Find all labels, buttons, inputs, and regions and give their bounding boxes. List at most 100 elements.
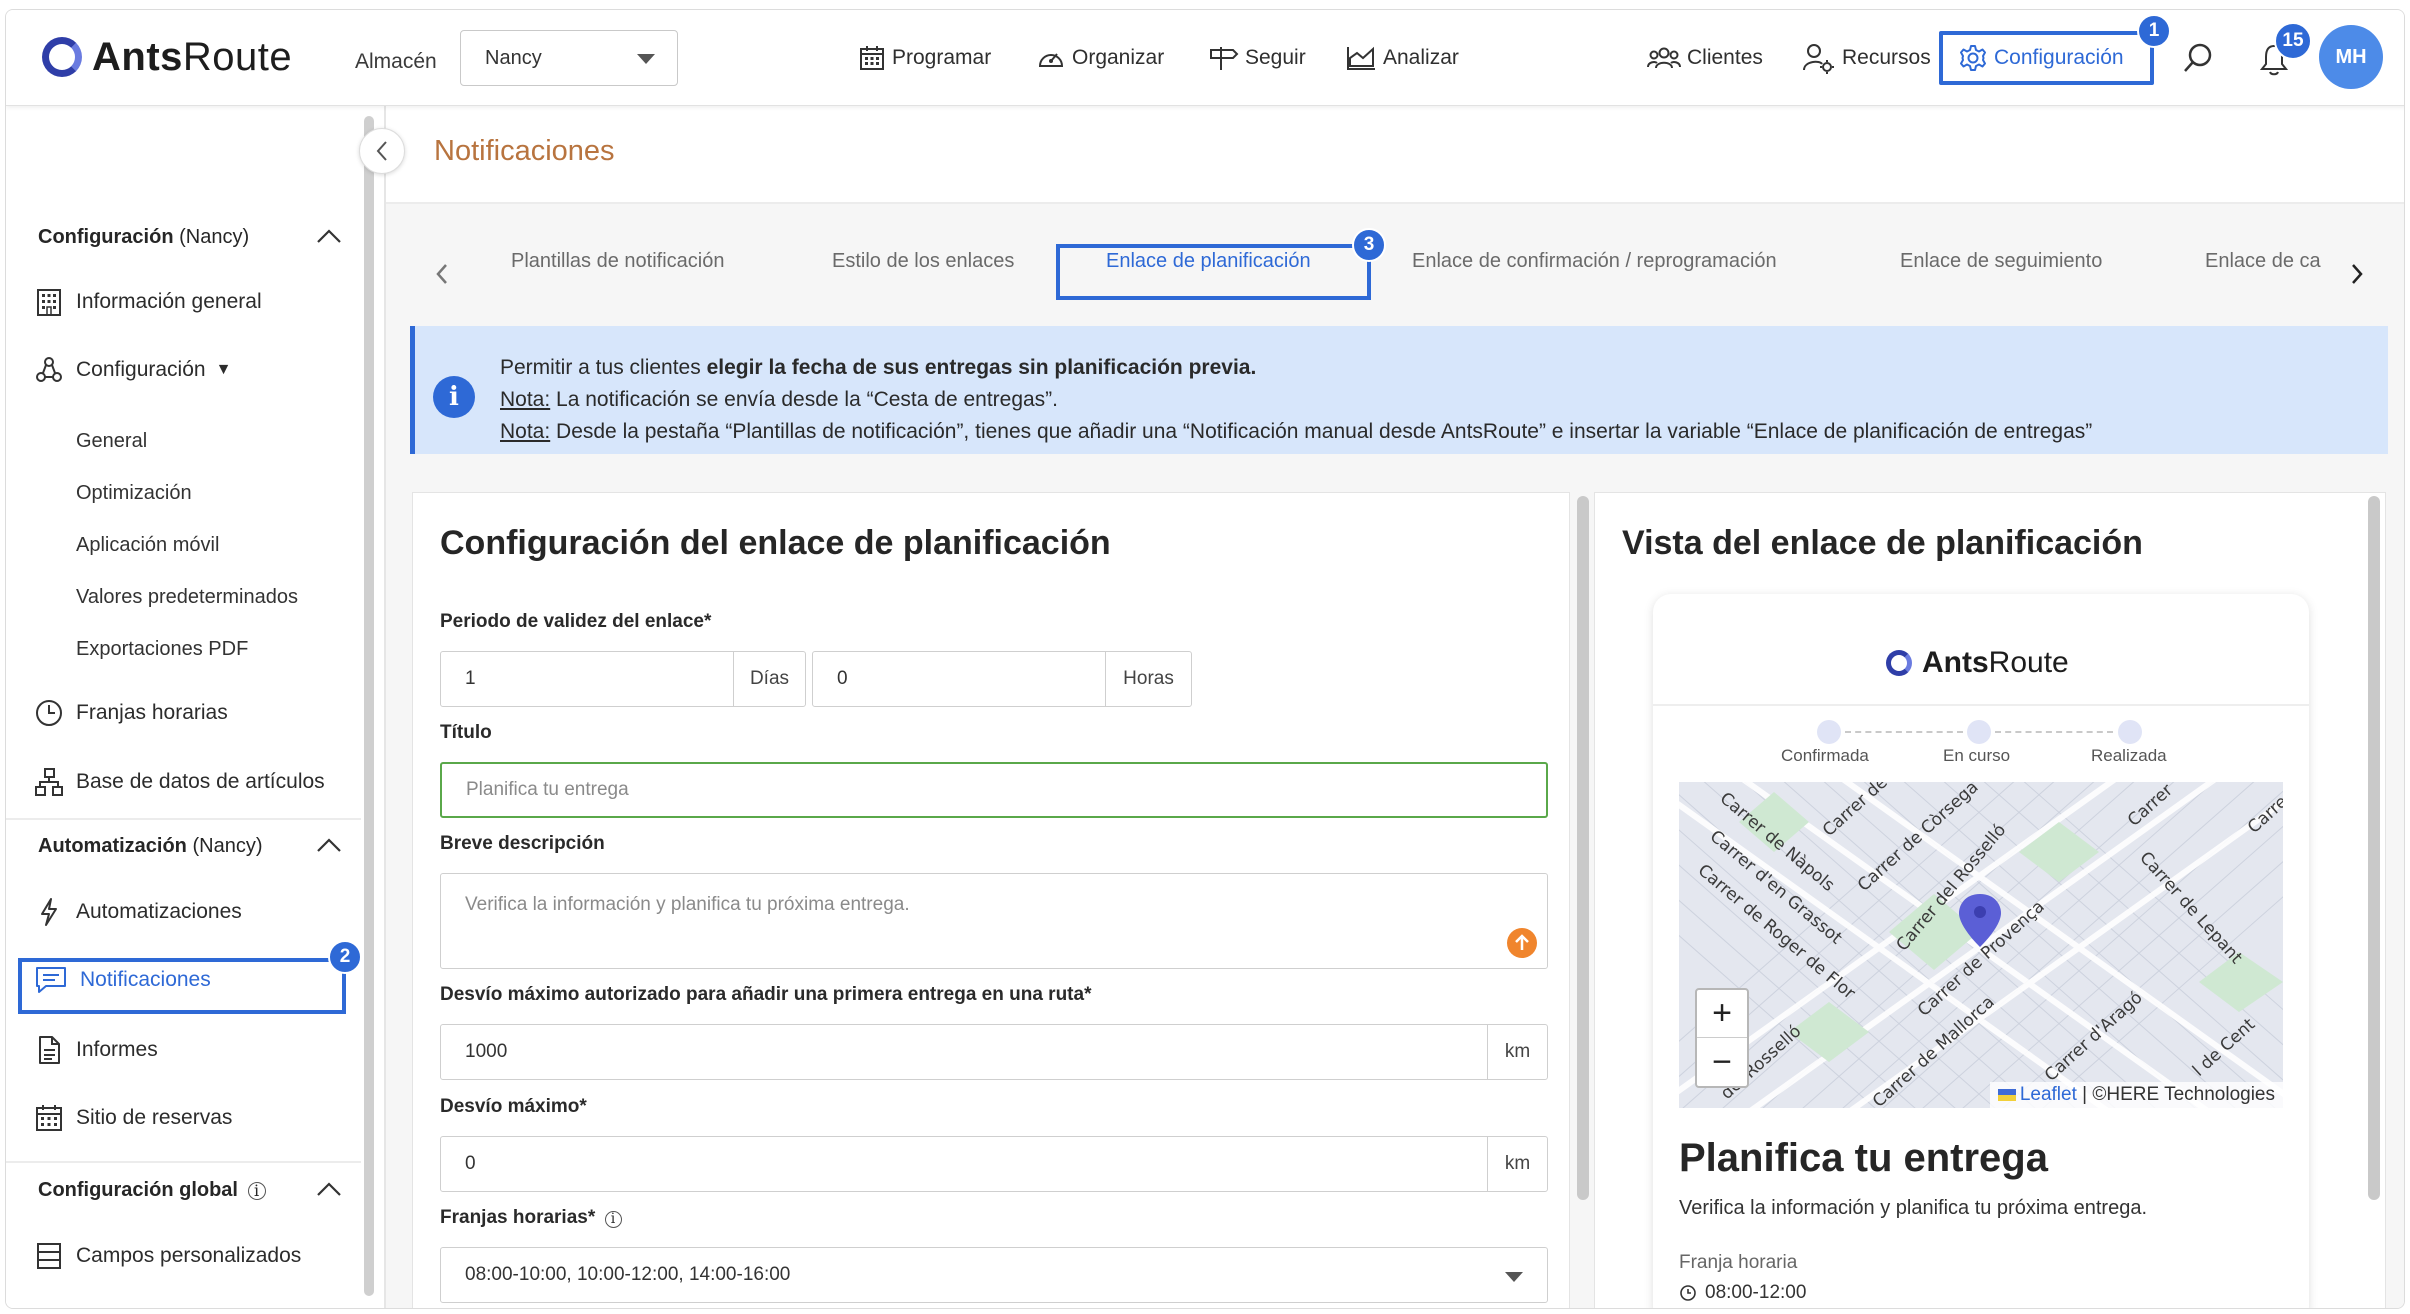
- nav-organize[interactable]: Organizar: [1036, 40, 1164, 76]
- description-label: Breve descripción: [440, 833, 605, 854]
- preview-slot-label: Franja horaria: [1679, 1252, 1798, 1273]
- info-icon: i: [433, 376, 475, 418]
- sidebar-subitem-general[interactable]: General: [76, 430, 147, 453]
- tab-tracking-link[interactable]: Enlace de seguimiento: [1900, 250, 2102, 273]
- map-view[interactable]: Carrer de Nàpols Carrer de Còrsega Carre…: [1679, 782, 2283, 1108]
- sidebar-item-items-db[interactable]: Base de datos de artículos: [34, 764, 325, 800]
- callout-badge-2: 2: [328, 940, 362, 974]
- step-label-done: Realizada: [2091, 746, 2167, 765]
- calendar-icon: [860, 46, 884, 70]
- page-title: Notificaciones: [434, 135, 615, 167]
- lightning-icon: [41, 898, 57, 926]
- callout-badge-1: 1: [2137, 14, 2171, 48]
- signpost-icon: [1210, 47, 1239, 70]
- preview-heading: Vista del enlace de planificación: [1622, 524, 2143, 562]
- tab-confirmation-link[interactable]: Enlace de confirmación / reprogramación: [1412, 250, 1777, 273]
- sidebar-section-configuration[interactable]: Configuración (Nancy): [38, 226, 341, 249]
- form-scrollbar[interactable]: [1577, 496, 1589, 1200]
- top-bar: AntsRoute Almacén Nancy Programar Organi…: [6, 10, 2404, 106]
- chevron-up-icon: [317, 1182, 341, 1196]
- sidebar-section-global[interactable]: Configuración global i: [38, 1179, 341, 1202]
- map-zoom-control: + −: [1695, 988, 1749, 1088]
- calendar-icon: [36, 1105, 62, 1131]
- users-icon: [1647, 47, 1681, 69]
- nodes-icon: [36, 357, 62, 382]
- preview-card: AntsRoute Confirmada En curso Realizada: [1653, 594, 2309, 1308]
- sidebar-item-time-slots[interactable]: Franjas horarias: [34, 695, 228, 731]
- preview-title: Planifica tu entrega: [1679, 1136, 2048, 1180]
- nav-schedule[interactable]: Programar: [858, 40, 991, 76]
- title-input[interactable]: Planifica tu entrega: [440, 762, 1548, 818]
- step-dot: [1967, 720, 1991, 744]
- chevron-left-icon: [376, 141, 387, 161]
- zoom-in-button[interactable]: +: [1697, 990, 1747, 1038]
- warehouse-select[interactable]: Nancy: [460, 30, 678, 86]
- step-label-in-progress: En curso: [1943, 746, 2011, 765]
- nav-resources[interactable]: Recursos: [1802, 40, 1931, 76]
- max-detour-input[interactable]: 0 km: [440, 1136, 1548, 1192]
- caret-down-icon: [637, 54, 655, 64]
- warehouse-label: Almacén: [355, 50, 437, 73]
- tab-link-style[interactable]: Estilo de los enlaces: [832, 250, 1014, 273]
- validity-hours-input[interactable]: 0 Horas: [812, 651, 1192, 707]
- tab-truncated[interactable]: Enlace de ca: [2205, 250, 2321, 273]
- sidebar-item-custom-fields[interactable]: Campos personalizados: [34, 1238, 301, 1274]
- preview-slot: 08:00-12:00: [1679, 1282, 1806, 1304]
- time-slots-select[interactable]: 08:00-10:00, 10:00-12:00, 14:00-16:00: [440, 1247, 1548, 1303]
- nav-clients[interactable]: Clientes: [1647, 40, 1763, 76]
- description-textarea[interactable]: Verifica la información y planifica tu p…: [440, 873, 1548, 969]
- sidebar: Configuración (Nancy) Información genera…: [6, 106, 361, 1308]
- sidebar-divider: [6, 818, 361, 820]
- max-first-detour-label: Desvío máximo autorizado para añadir una…: [440, 984, 1092, 1005]
- callout-badge-3: 3: [1352, 228, 1386, 262]
- sidebar-subitem-pdf-exports[interactable]: Exportaciones PDF: [76, 638, 248, 661]
- tab-notification-templates[interactable]: Plantillas de notificación: [511, 250, 724, 273]
- document-icon: [39, 1036, 60, 1064]
- map-attribution: Leaflet | ©HERE Technologies: [1989, 1082, 2283, 1108]
- sidebar-scrollbar[interactable]: [364, 116, 374, 1296]
- sidebar-item-configuration[interactable]: Configuración ▼: [34, 352, 231, 388]
- info-circle-icon: i: [604, 1211, 622, 1228]
- chart-area-icon: [1347, 46, 1375, 70]
- antsroute-logo[interactable]: AntsRoute: [42, 32, 292, 82]
- app-window: AntsRoute Almacén Nancy Programar Organi…: [5, 9, 2405, 1309]
- sidebar-item-automations[interactable]: Automatizaciones: [34, 894, 242, 930]
- leaflet-link[interactable]: Leaflet: [2020, 1084, 2077, 1105]
- time-slots-label: Franjas horarias* i: [440, 1207, 622, 1229]
- user-avatar[interactable]: MH: [2319, 25, 2383, 89]
- preview-scrollbar[interactable]: [2368, 496, 2380, 1200]
- notifications-highlight-box: [18, 958, 346, 1014]
- sidebar-item-booking-site[interactable]: Sitio de reservas: [34, 1100, 232, 1136]
- chevron-up-icon: [317, 229, 341, 243]
- max-first-detour-input[interactable]: 1000 km: [440, 1024, 1548, 1080]
- tab-highlight-box: [1056, 244, 1371, 300]
- clock-icon: [36, 700, 62, 726]
- nav-track[interactable]: Seguir: [1207, 40, 1306, 76]
- step-connector: [1995, 731, 2113, 733]
- logo-mark-icon: [42, 37, 82, 77]
- list-icon: [37, 1243, 61, 1269]
- collapse-sidebar-button[interactable]: [359, 128, 405, 174]
- sidebar-item-reports[interactable]: Informes: [34, 1032, 158, 1068]
- sidebar-item-general-info[interactable]: Información general: [34, 284, 262, 320]
- zoom-out-button[interactable]: −: [1697, 1038, 1747, 1086]
- upload-arrow-icon[interactable]: [1507, 928, 1537, 958]
- tabs-next-icon[interactable]: [2349, 262, 2365, 286]
- sidebar-subitem-defaults[interactable]: Valores predeterminados: [76, 586, 298, 609]
- step-label-confirmed: Confirmada: [1781, 746, 1869, 765]
- sidebar-subitem-optimization[interactable]: Optimización: [76, 482, 192, 505]
- sidebar-subitem-mobile-app[interactable]: Aplicación móvil: [76, 534, 219, 557]
- preview-logo: AntsRoute: [1886, 646, 2069, 680]
- nav-analyze[interactable]: Analizar: [1345, 40, 1459, 76]
- preview-divider: [1653, 704, 2309, 706]
- sidebar-section-automation[interactable]: Automatización (Nancy): [38, 835, 341, 858]
- map-tiles: Carrer de Nàpols Carrer de Còrsega Carre…: [1679, 782, 2283, 1108]
- user-gear-icon: [1803, 44, 1834, 74]
- hierarchy-icon: [35, 768, 63, 796]
- max-detour-label: Desvío máximo*: [440, 1096, 587, 1117]
- search-button[interactable]: [2181, 40, 2221, 76]
- caret-down-icon: ▼: [215, 361, 232, 378]
- info-banner: i Permitir a tus clientes elegir la fech…: [410, 326, 2388, 454]
- validity-days-input[interactable]: 1 Días: [440, 651, 806, 707]
- search-icon: [2184, 43, 2212, 72]
